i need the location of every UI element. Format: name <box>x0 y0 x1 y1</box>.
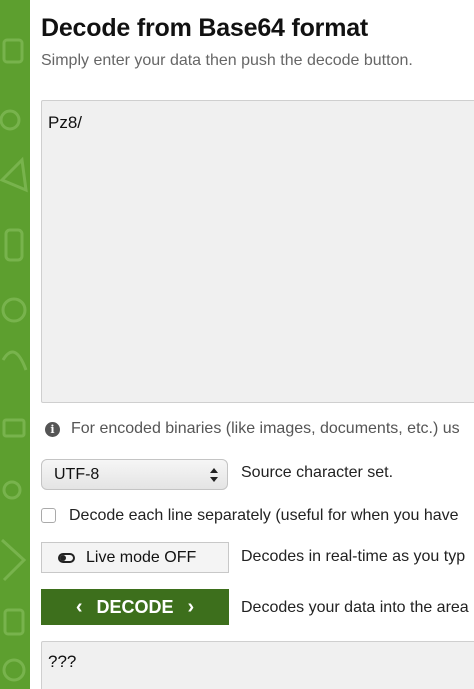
live-mode-description: Decodes in real-time as you typ <box>241 548 466 565</box>
decoded-output-textarea[interactable]: ??? <box>41 641 474 689</box>
charset-label: Source character set. <box>241 464 394 481</box>
input-value: Pz8/ <box>48 113 83 132</box>
page-subtitle: Simply enter your data then push the dec… <box>41 52 413 69</box>
charset-select[interactable]: UTF-8 <box>41 459 228 490</box>
live-mode-button[interactable]: Live mode OFF <box>41 542 229 573</box>
binary-info-note: i For encoded binaries (like images, doc… <box>45 420 460 438</box>
info-icon: i <box>45 421 60 437</box>
chevron-left-icon: ‹ <box>75 595 83 618</box>
toggle-off-icon <box>58 552 75 563</box>
decode-description: Decodes your data into the area <box>241 599 469 616</box>
background-pattern <box>0 38 28 682</box>
decode-button-label: DECODE <box>96 596 174 617</box>
decorative-background <box>0 0 30 689</box>
page-title: Decode from Base64 format <box>41 14 369 42</box>
output-value: ??? <box>48 652 77 671</box>
decode-lines-label: Decode each line separately (useful for … <box>69 507 459 524</box>
decode-button[interactable]: ‹ DECODE › <box>41 589 229 625</box>
decoder-panel: Decode from Base64 format Simply enter y… <box>30 0 474 689</box>
decode-lines-checkbox[interactable] <box>41 508 56 523</box>
chevron-right-icon: › <box>187 595 195 618</box>
info-text: For encoded binaries (like images, docum… <box>71 420 460 437</box>
select-arrows-icon <box>210 468 218 482</box>
charset-selected-value: UTF-8 <box>54 466 100 483</box>
base64-input-textarea[interactable]: Pz8/ <box>41 100 474 403</box>
live-mode-label: Live mode OFF <box>86 548 197 566</box>
